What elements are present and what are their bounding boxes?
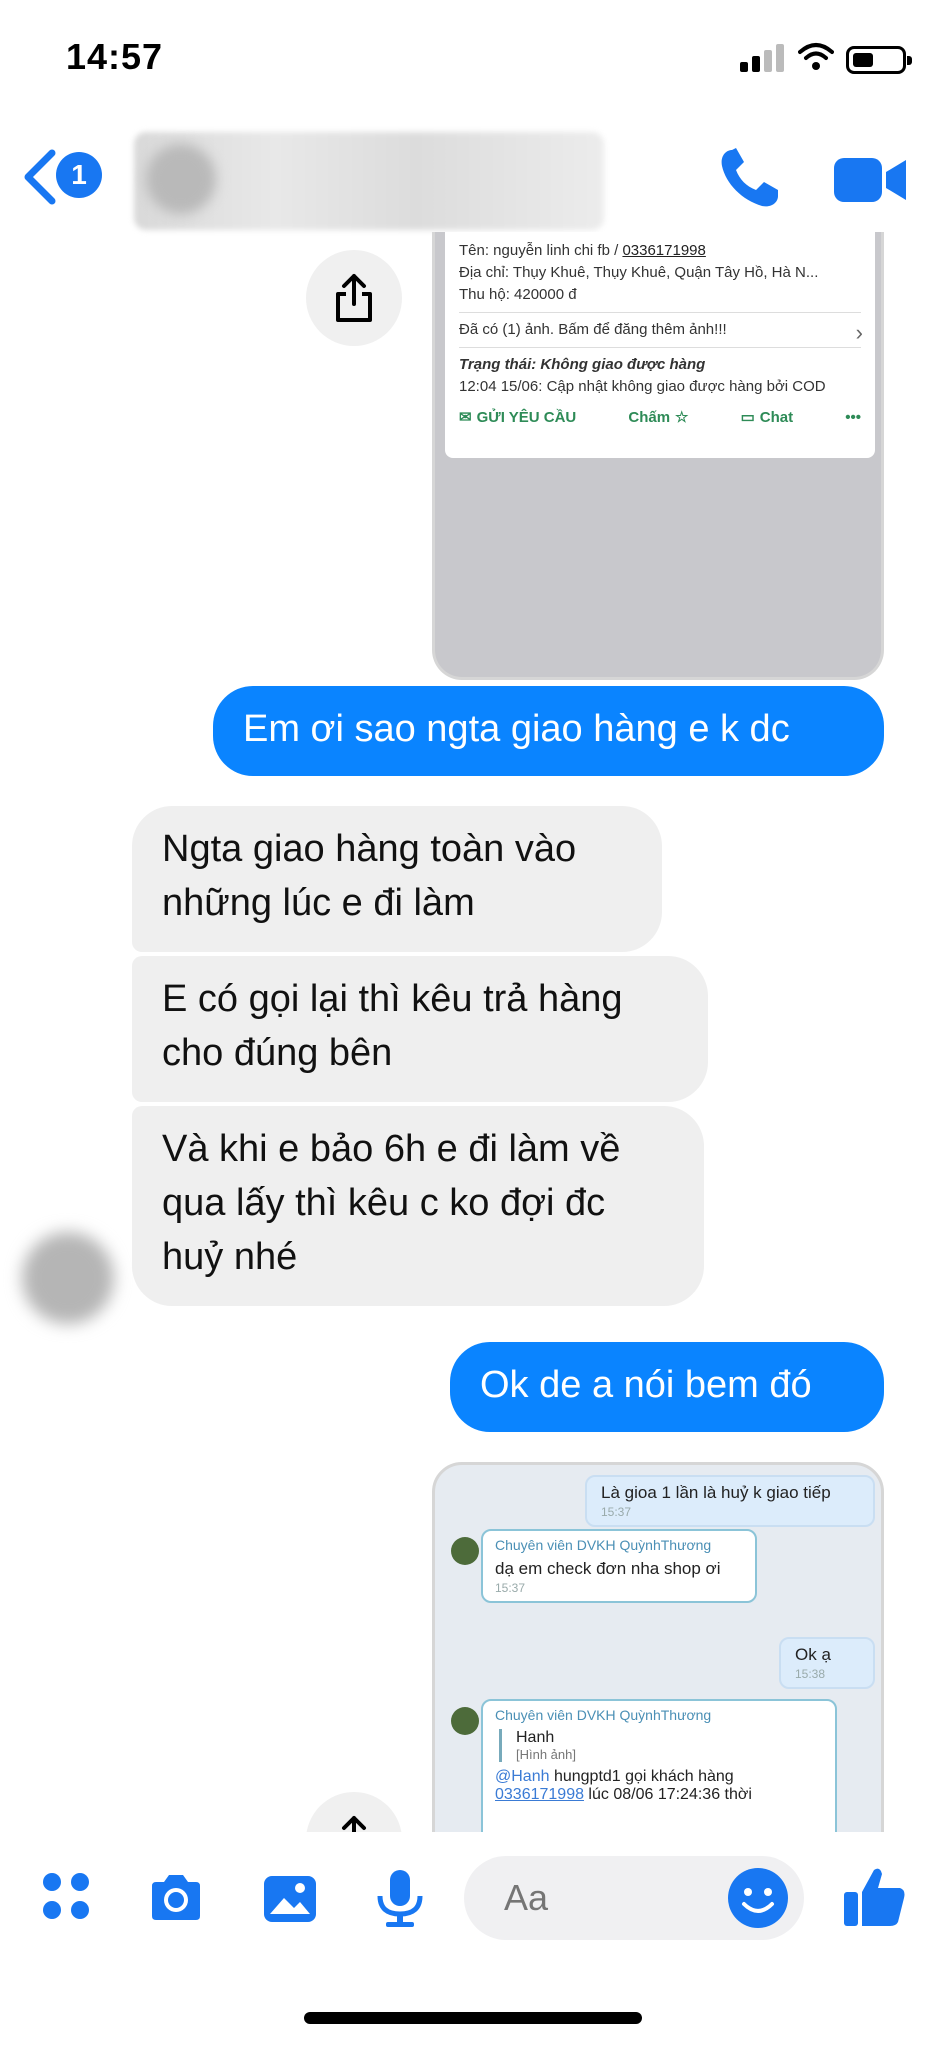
phone-call-icon[interactable] [714,144,784,214]
share-button[interactable] [306,1792,402,1832]
order-status-label: Trạng thái: [459,356,537,373]
chevron-right-icon: › [855,320,863,345]
shared-chat-msg: Chuyên viên DVKH QuỳnhThương dạ em check… [481,1529,757,1603]
order-card: Tên: nguyễn linh chi fb / 0336171998 Địa… [445,232,875,458]
shared-chat-msg: Chuyên viên DVKH QuỳnhThương Hanh [Hình … [481,1699,837,1832]
more-action: ••• [845,408,861,426]
agent-avatar-icon [451,1537,479,1565]
sender-avatar [22,1232,114,1324]
wifi-icon [798,43,834,70]
shared-chat-msg: Là gioa 1 lần là huỷ k giao tiếp 15:37 [585,1475,875,1527]
message-bubble-incoming[interactable]: E có gọi lại thì kêu trả hàng cho đúng b… [132,956,708,1102]
shared-image-order[interactable]: Tên: nguyễn linh chi fb / 0336171998 Địa… [432,232,884,680]
send-request-action: ✉ GỬI YÊU CẦU [459,408,577,427]
agent-avatar-icon [451,1707,479,1735]
emoji-icon[interactable] [726,1866,790,1930]
video-call-icon[interactable] [832,150,908,210]
shared-image-chat[interactable]: Là gioa 1 lần là huỷ k giao tiếp 15:37 C… [432,1462,884,1832]
chat-header: 1 [0,122,945,232]
order-status-value: Không giao được hàng [540,356,706,373]
order-phone: 0336171998 [622,242,706,259]
share-icon [336,274,372,322]
chat-action: ▭ Chat [740,408,794,427]
order-photo-note: Đã có (1) ảnh. Bấm để đăng thêm ảnh!!! [459,321,727,338]
camera-icon[interactable] [146,1868,206,1928]
thumbs-up-icon[interactable] [840,1862,910,1932]
signal-icon [740,44,786,72]
apps-grid-icon[interactable] [38,1868,98,1928]
contact-avatar [146,144,216,214]
order-address: Địa chỉ: Thụy Khuê, Thụy Khuê, Quận Tây … [459,264,819,281]
microphone-icon[interactable] [370,1868,430,1928]
message-bubble-outgoing[interactable]: Ok de a nói bem đó [450,1342,884,1432]
home-indicator[interactable] [304,2012,642,2024]
message-bubble-incoming[interactable]: Ngta giao hàng toàn vào những lúc e đi l… [132,806,662,952]
chevron-left-icon [24,149,56,205]
message-text-input[interactable] [504,1874,724,1922]
shared-chat-msg: Ok ạ 15:38 [779,1637,875,1689]
composer-bar [0,1832,945,1962]
unread-badge: 1 [56,152,102,198]
status-bar: 14:57 [0,0,945,120]
order-name: Tên: nguyễn linh chi fb / [459,242,623,259]
share-button[interactable] [306,250,402,346]
share-icon [342,1816,366,1832]
battery-icon [846,46,912,74]
message-list[interactable]: Tên: nguyễn linh chi fb / 0336171998 Địa… [0,232,945,1832]
message-bubble-outgoing[interactable]: Em ơi sao ngta giao hàng e k dc [213,686,884,776]
gallery-icon[interactable] [260,1868,320,1928]
order-update: 12:04 15/06: Cập nhật không giao được hà… [459,378,826,395]
rate-action: Chấm ☆ [628,408,689,427]
order-actions: ✉ GỬI YÊU CẦU Chấm ☆ ▭ Chat ••• [459,408,861,427]
order-cod: Thu hộ: 420000 đ [459,286,577,303]
message-bubble-incoming[interactable]: Và khi e bảo 6h e đi làm về qua lấy thì … [132,1106,704,1306]
status-time: 14:57 [66,36,164,77]
